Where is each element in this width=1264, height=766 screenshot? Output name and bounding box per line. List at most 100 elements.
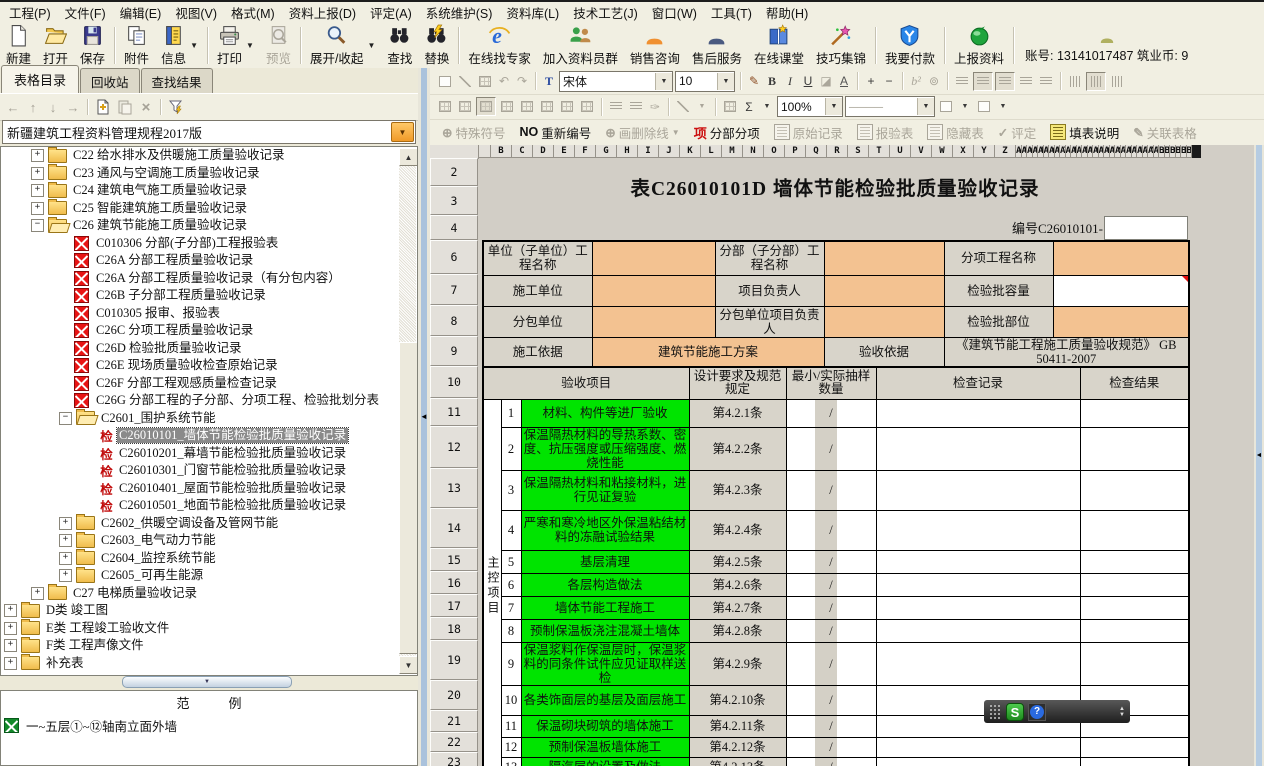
delete-row-icon[interactable] (518, 98, 536, 115)
item-name-cell[interactable]: 预制保温板墙体施工 (521, 737, 689, 757)
autosum-dropdown-icon[interactable]: ▼ (759, 103, 775, 110)
paste-icon[interactable] (476, 73, 494, 90)
item-sample-cell[interactable]: / (786, 715, 876, 737)
item-sample-cell[interactable]: / (786, 470, 876, 510)
line-spacing-icon[interactable] (627, 98, 645, 115)
autosum-button[interactable]: Σ (741, 100, 757, 114)
row-header[interactable]: 7 (430, 274, 478, 305)
tree-item[interactable]: 检C26010301_门窗节能检验批质量验收记录 (1, 462, 417, 480)
column-header[interactable]: R (827, 145, 848, 158)
row-header[interactable]: 21 (430, 710, 478, 732)
item-name-cell[interactable]: 基层清理 (521, 550, 689, 573)
item-name-cell[interactable]: 保温隔热材料和粘接材料，进行见证复验 (521, 470, 689, 510)
insert-row-above-icon[interactable] (436, 98, 454, 115)
tree-item[interactable]: +D类 竣工图 (1, 602, 417, 620)
expand-icon[interactable]: + (4, 604, 17, 617)
tree-scrollbar[interactable]: ▲ ▼ (399, 148, 416, 674)
action-填表说明[interactable]: 填表说明 (1044, 121, 1125, 144)
tab-回收站[interactable]: 回收站 (80, 68, 140, 94)
insert-row-below-icon[interactable] (456, 98, 474, 115)
row-header[interactable]: 19 (430, 640, 478, 680)
item-name-cell[interactable]: 各类饰面层的基层及面层施工 (521, 685, 689, 715)
action-原始记录[interactable]: 原始记录 (768, 121, 849, 144)
action-重新编号[interactable]: NO重新编号 (514, 121, 598, 144)
row-header[interactable]: 3 (430, 186, 478, 215)
item-result-cell[interactable] (1080, 573, 1189, 596)
toolbar-button-binoculars[interactable]: 查找 (381, 23, 418, 68)
column-header[interactable]: I (638, 145, 659, 158)
item-result-cell[interactable] (1080, 399, 1189, 427)
tree-item[interactable]: +补充表 (1, 655, 417, 673)
scroll-up-icon[interactable]: ▲ (399, 148, 418, 166)
tree-item[interactable]: C010306 分部(子分部)工程报验表 (1, 235, 417, 253)
collapse-icon[interactable]: − (31, 219, 44, 232)
column-header[interactable]: G (596, 145, 617, 158)
row-header[interactable]: 11 (430, 398, 478, 426)
tree-item[interactable]: C26C 分项工程质量验收记录 (1, 322, 417, 340)
row-height-icon[interactable] (607, 98, 625, 115)
menu-item[interactable]: 资料库(L) (499, 1, 566, 24)
expand-icon[interactable]: + (59, 534, 72, 547)
tree-item[interactable]: 检C26010201_幕墙节能检验批质量验收记录 (1, 445, 417, 463)
menu-item[interactable]: 工具(T) (704, 1, 759, 24)
ime-drag-handle-icon[interactable] (989, 704, 1002, 719)
row-headers[interactable]: 23467891011121314151617181920212223 (430, 158, 478, 766)
item-result-cell[interactable] (1080, 757, 1189, 766)
lock-cell-icon[interactable] (578, 98, 596, 115)
column-header[interactable]: X (953, 145, 974, 158)
tree-item[interactable]: C26D 检验批质量验收记录 (1, 340, 417, 358)
expand-icon[interactable]: + (4, 622, 17, 635)
sheet-corner[interactable] (430, 145, 479, 159)
menu-item[interactable]: 技术工艺(J) (566, 1, 645, 24)
row-header[interactable]: 6 (430, 240, 478, 274)
column-headers[interactable]: BCDEFGHIJKLMNOPQRSTUVWXYZAAABACADAEAFAGA… (479, 145, 1201, 158)
tree-down-button[interactable]: ↓ (44, 98, 62, 116)
menu-item[interactable]: 帮助(H) (759, 1, 815, 24)
toolbar-button-book[interactable]: 在线课堂 (748, 23, 810, 68)
row-header[interactable]: 18 (430, 617, 478, 640)
action-画删除线[interactable]: ⊕画删除线 ▼ (599, 121, 685, 144)
item-result-cell[interactable] (1080, 427, 1189, 470)
align-distribute-button[interactable] (1037, 73, 1055, 90)
column-header[interactable]: J (659, 145, 680, 158)
toolbar-button-binoculars-bolt[interactable]: 替换 (418, 23, 455, 68)
eraser-icon[interactable] (674, 98, 692, 115)
sidebar-splitter[interactable]: ◄ (418, 68, 430, 766)
vertical-align-middle-button[interactable] (1086, 72, 1106, 91)
item-sample-cell[interactable]: / (786, 550, 876, 573)
item-record-cell[interactable] (876, 573, 1080, 596)
item-name-cell[interactable]: 墙体节能工程施工 (521, 596, 689, 619)
ime-help-icon[interactable]: ? (1028, 703, 1046, 721)
format-painter-icon[interactable]: ✎ (746, 74, 762, 88)
vertical-align-top-button[interactable] (1066, 73, 1084, 90)
menu-item[interactable]: 格式(M) (224, 1, 282, 24)
row-header[interactable]: 20 (430, 680, 478, 710)
item-spec-cell[interactable]: 第4.2.10条 (689, 685, 786, 715)
expand-icon[interactable]: + (31, 184, 44, 197)
item-spec-cell[interactable]: 第4.2.8条 (689, 619, 786, 642)
column-header[interactable]: M (722, 145, 743, 158)
item-result-cell[interactable] (1080, 550, 1189, 573)
tree-item[interactable]: 检C26010401_屋面节能检验批质量验收记录 (1, 480, 417, 498)
number-circle-icon[interactable]: ⊚ (926, 74, 942, 88)
tree-item[interactable]: C26A 分部工程质量验收记录 (1, 252, 417, 270)
item-name-cell[interactable]: 材料、构件等进厂验收 (521, 399, 689, 427)
column-header[interactable]: O (764, 145, 785, 158)
tree-item[interactable]: C26F 分部工程观感质量检查记录 (1, 375, 417, 393)
form-value-cell[interactable] (824, 241, 944, 275)
row-header[interactable]: 23 (430, 752, 478, 766)
item-name-cell[interactable]: 各层构造做法 (521, 573, 689, 596)
action-分部分项[interactable]: 项分部分项 (688, 121, 766, 144)
tree-right-button[interactable]: → (64, 98, 82, 116)
copy-icon[interactable] (436, 73, 454, 90)
item-sample-cell[interactable]: / (786, 510, 876, 550)
row-header[interactable]: 15 (430, 548, 478, 571)
dropdown-arrow-icon[interactable]: ▼ (367, 41, 375, 50)
item-record-cell[interactable] (876, 550, 1080, 573)
item-name-cell[interactable]: 隔汽层的设置及做法 (521, 757, 689, 766)
item-sample-cell[interactable]: / (786, 757, 876, 766)
column-header[interactable]: S (848, 145, 869, 158)
form-value-cell[interactable] (824, 306, 944, 337)
row-header[interactable]: 17 (430, 594, 478, 617)
item-sample-cell[interactable]: / (786, 685, 876, 715)
